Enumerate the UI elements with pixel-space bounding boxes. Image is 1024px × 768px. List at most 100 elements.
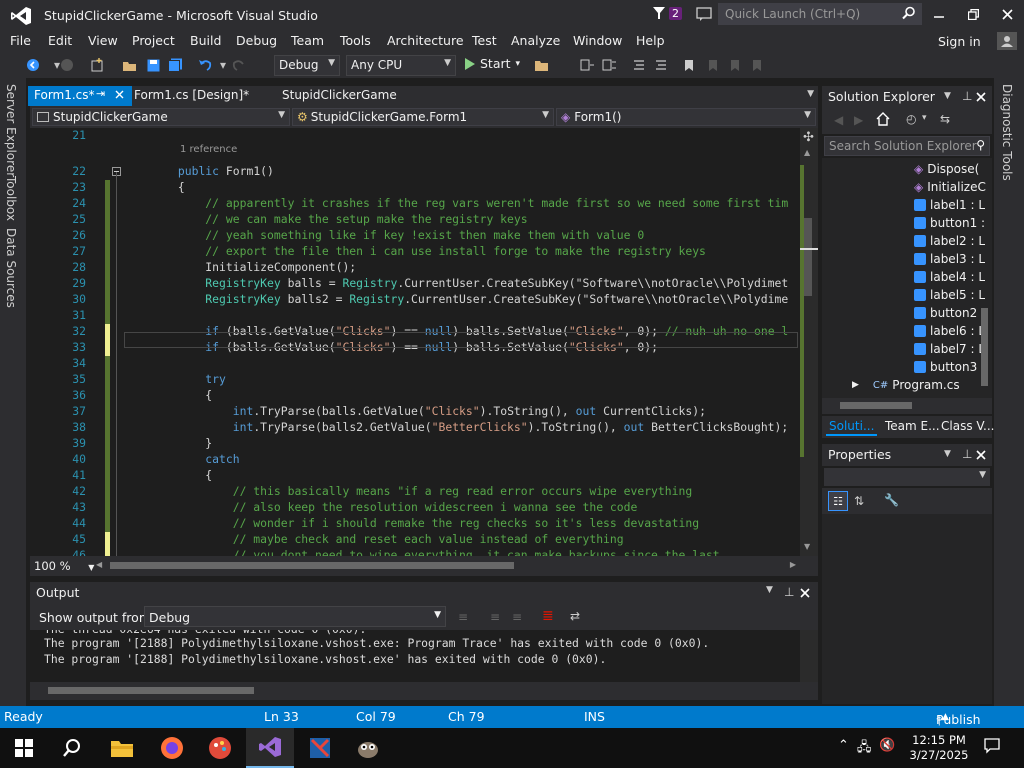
code-line[interactable]: 29 RegistryKey balls = Registry.CurrentU… <box>30 276 800 292</box>
solution-explorer-horizontal-scrollbar[interactable] <box>822 398 992 414</box>
tree-item[interactable]: label7 : L <box>914 340 985 358</box>
code-line[interactable]: 30 RegistryKey balls2 = Registry.Current… <box>30 292 800 308</box>
tree-item[interactable]: ◈ InitializeC <box>914 178 986 196</box>
tree-item[interactable]: button2 : <box>914 304 985 322</box>
zoom-level-select[interactable]: 100 % ▼ <box>34 559 94 573</box>
firefox-button[interactable] <box>148 728 196 768</box>
code-line[interactable]: 31 <box>30 308 800 324</box>
tree-item[interactable]: label6 : L <box>914 322 985 340</box>
property-pages-icon[interactable]: 🔧 <box>884 493 899 507</box>
close-window-button[interactable] <box>996 4 1018 24</box>
tab-class-view[interactable]: Class V... <box>938 418 998 434</box>
code-line[interactable]: 42 // this basically means "if a reg rea… <box>30 484 800 500</box>
taskbar-clock[interactable]: 12:15 PM 3/27/2025 <box>904 733 974 763</box>
pin-icon[interactable]: ⊥ <box>962 447 972 461</box>
notifications-button[interactable]: 2 <box>652 6 682 20</box>
scroll-down-arrow-icon[interactable]: ▼ <box>804 542 810 551</box>
menu-test[interactable]: Test <box>472 33 497 48</box>
code-line[interactable]: 36 { <box>30 388 800 404</box>
navigate-back-icon[interactable] <box>24 56 42 74</box>
network-icon[interactable]: 🖧 <box>857 738 872 760</box>
code-line[interactable]: 37 int.TryParse(balls.GetValue("Clicks")… <box>30 404 800 420</box>
code-line[interactable]: 44 // wonder if i should remake the reg … <box>30 516 800 532</box>
restore-button[interactable] <box>962 4 984 24</box>
data-sources-tab[interactable]: Data Sources <box>4 228 18 308</box>
project-dropdown[interactable]: StupidClickerGame ▼ <box>32 108 290 126</box>
home-icon[interactable] <box>876 112 890 129</box>
save-icon[interactable] <box>144 56 162 74</box>
bookmark-next-icon[interactable] <box>726 56 744 74</box>
output-horizontal-scrollbar[interactable] <box>30 682 818 700</box>
menu-view[interactable]: View <box>88 33 118 48</box>
word-wrap-icon[interactable]: ⇄ <box>570 609 580 623</box>
pin-icon[interactable]: ⊥ <box>784 585 794 599</box>
redo-icon[interactable] <box>230 56 248 74</box>
comment-lines-icon[interactable] <box>630 56 648 74</box>
code-line[interactable]: 38 int.TryParse(balls2.GetValue("BetterC… <box>30 420 800 436</box>
find-in-files-icon[interactable] <box>532 56 550 74</box>
menu-analyze[interactable]: Analyze <box>511 33 560 48</box>
menu-window[interactable]: Window <box>573 33 622 48</box>
scroll-left-arrow-icon[interactable]: ◀ <box>96 560 102 569</box>
tree-item[interactable]: label4 : L <box>914 268 985 286</box>
tab-team-explorer[interactable]: Team E... <box>882 418 943 434</box>
code-line[interactable]: 41 { <box>30 468 800 484</box>
back-icon[interactable]: ◀ <box>834 113 843 127</box>
bookmark-icon[interactable] <box>680 56 698 74</box>
chevron-right-icon[interactable]: ▶ <box>852 380 859 390</box>
scroll-up-arrow-icon[interactable]: ▲ <box>804 148 810 157</box>
forward-icon[interactable]: ▶ <box>854 113 863 127</box>
server-explorer-tab[interactable]: Server Explorer <box>4 84 18 177</box>
tree-item[interactable]: button1 : <box>914 214 985 232</box>
menu-tools[interactable]: Tools <box>340 33 371 48</box>
menu-project[interactable]: Project <box>132 33 175 48</box>
minimize-button[interactable] <box>928 4 950 24</box>
menu-architecture[interactable]: Architecture <box>387 33 464 48</box>
tree-item[interactable]: label5 : L <box>914 286 985 304</box>
close-panel-icon[interactable] <box>976 449 986 463</box>
tab-stupidclickergame-properties[interactable]: StupidClickerGame <box>276 86 403 106</box>
menu-build[interactable]: Build <box>190 33 221 48</box>
tree-item[interactable]: ◈ Dispose( <box>914 160 979 178</box>
scroll-right-arrow-icon[interactable]: ▶ <box>790 560 796 569</box>
code-line[interactable]: 46 // you dont need to wipe everything, … <box>30 548 800 556</box>
code-line[interactable]: 24 // apparently it crashes if the reg v… <box>30 196 800 212</box>
split-editor-icon[interactable]: ✣ <box>803 130 814 145</box>
navigate-forward-icon[interactable] <box>58 56 76 74</box>
code-line[interactable]: 34 <box>30 356 800 372</box>
tree-item-program-cs[interactable]: ▶ C# Program.cs <box>852 376 960 394</box>
output-source-select[interactable]: Debug ▼ <box>144 606 446 627</box>
clear-all-icon[interactable]: ≣ <box>542 608 554 624</box>
bookmark-clear-icon[interactable] <box>748 56 766 74</box>
sync-with-document-icon[interactable]: ⇆ <box>940 112 950 126</box>
code-line[interactable]: 43 // also keep the resolution widescree… <box>30 500 800 516</box>
search-button[interactable] <box>48 728 96 768</box>
quick-launch-input[interactable]: Quick Launch (Ctrl+Q) <box>718 3 922 25</box>
save-all-icon[interactable] <box>166 56 184 74</box>
window-position-icon[interactable]: ▼ <box>944 449 951 459</box>
code-line[interactable]: 26 // yeah something like if key !exist … <box>30 228 800 244</box>
solution-explorer-search-input[interactable]: Search Solution Explorer ⚲ <box>824 136 990 156</box>
menu-help[interactable]: Help <box>636 33 665 48</box>
member-dropdown[interactable]: ◈ Form1() ▼ <box>556 108 816 126</box>
paint-app-button[interactable] <box>196 728 244 768</box>
chevron-up-icon[interactable]: ⌃ <box>838 738 849 760</box>
output-text[interactable]: The thread 0x2e64 has exited with code 0… <box>30 630 800 682</box>
output-vertical-scrollbar[interactable] <box>800 630 818 682</box>
editor-horizontal-scrollbar[interactable]: ◀ ▶ <box>30 556 818 576</box>
close-panel-icon[interactable] <box>976 91 986 105</box>
editor-vertical-scrollbar[interactable]: ✣ ▲ ▼ <box>800 128 818 556</box>
close-panel-icon[interactable] <box>800 587 810 601</box>
tab-overflow-icon[interactable]: ▼ <box>807 89 814 99</box>
tab-form1-design[interactable]: Form1.cs [Design]* <box>128 86 255 106</box>
code-line[interactable]: 39 } <box>30 436 800 452</box>
action-center-icon[interactable] <box>984 738 1000 757</box>
open-file-icon[interactable] <box>120 56 138 74</box>
step-into-icon[interactable] <box>578 56 596 74</box>
code-lens-references[interactable]: 1 reference <box>180 144 237 155</box>
tab-form1-cs[interactable]: Form1.cs* ⇥ <box>28 86 132 106</box>
vs-installer-button[interactable] <box>296 728 344 768</box>
pin-icon[interactable]: ⇥ <box>96 87 105 100</box>
tree-scroll-thumb[interactable] <box>981 308 988 386</box>
scroll-thumb[interactable] <box>804 218 812 296</box>
